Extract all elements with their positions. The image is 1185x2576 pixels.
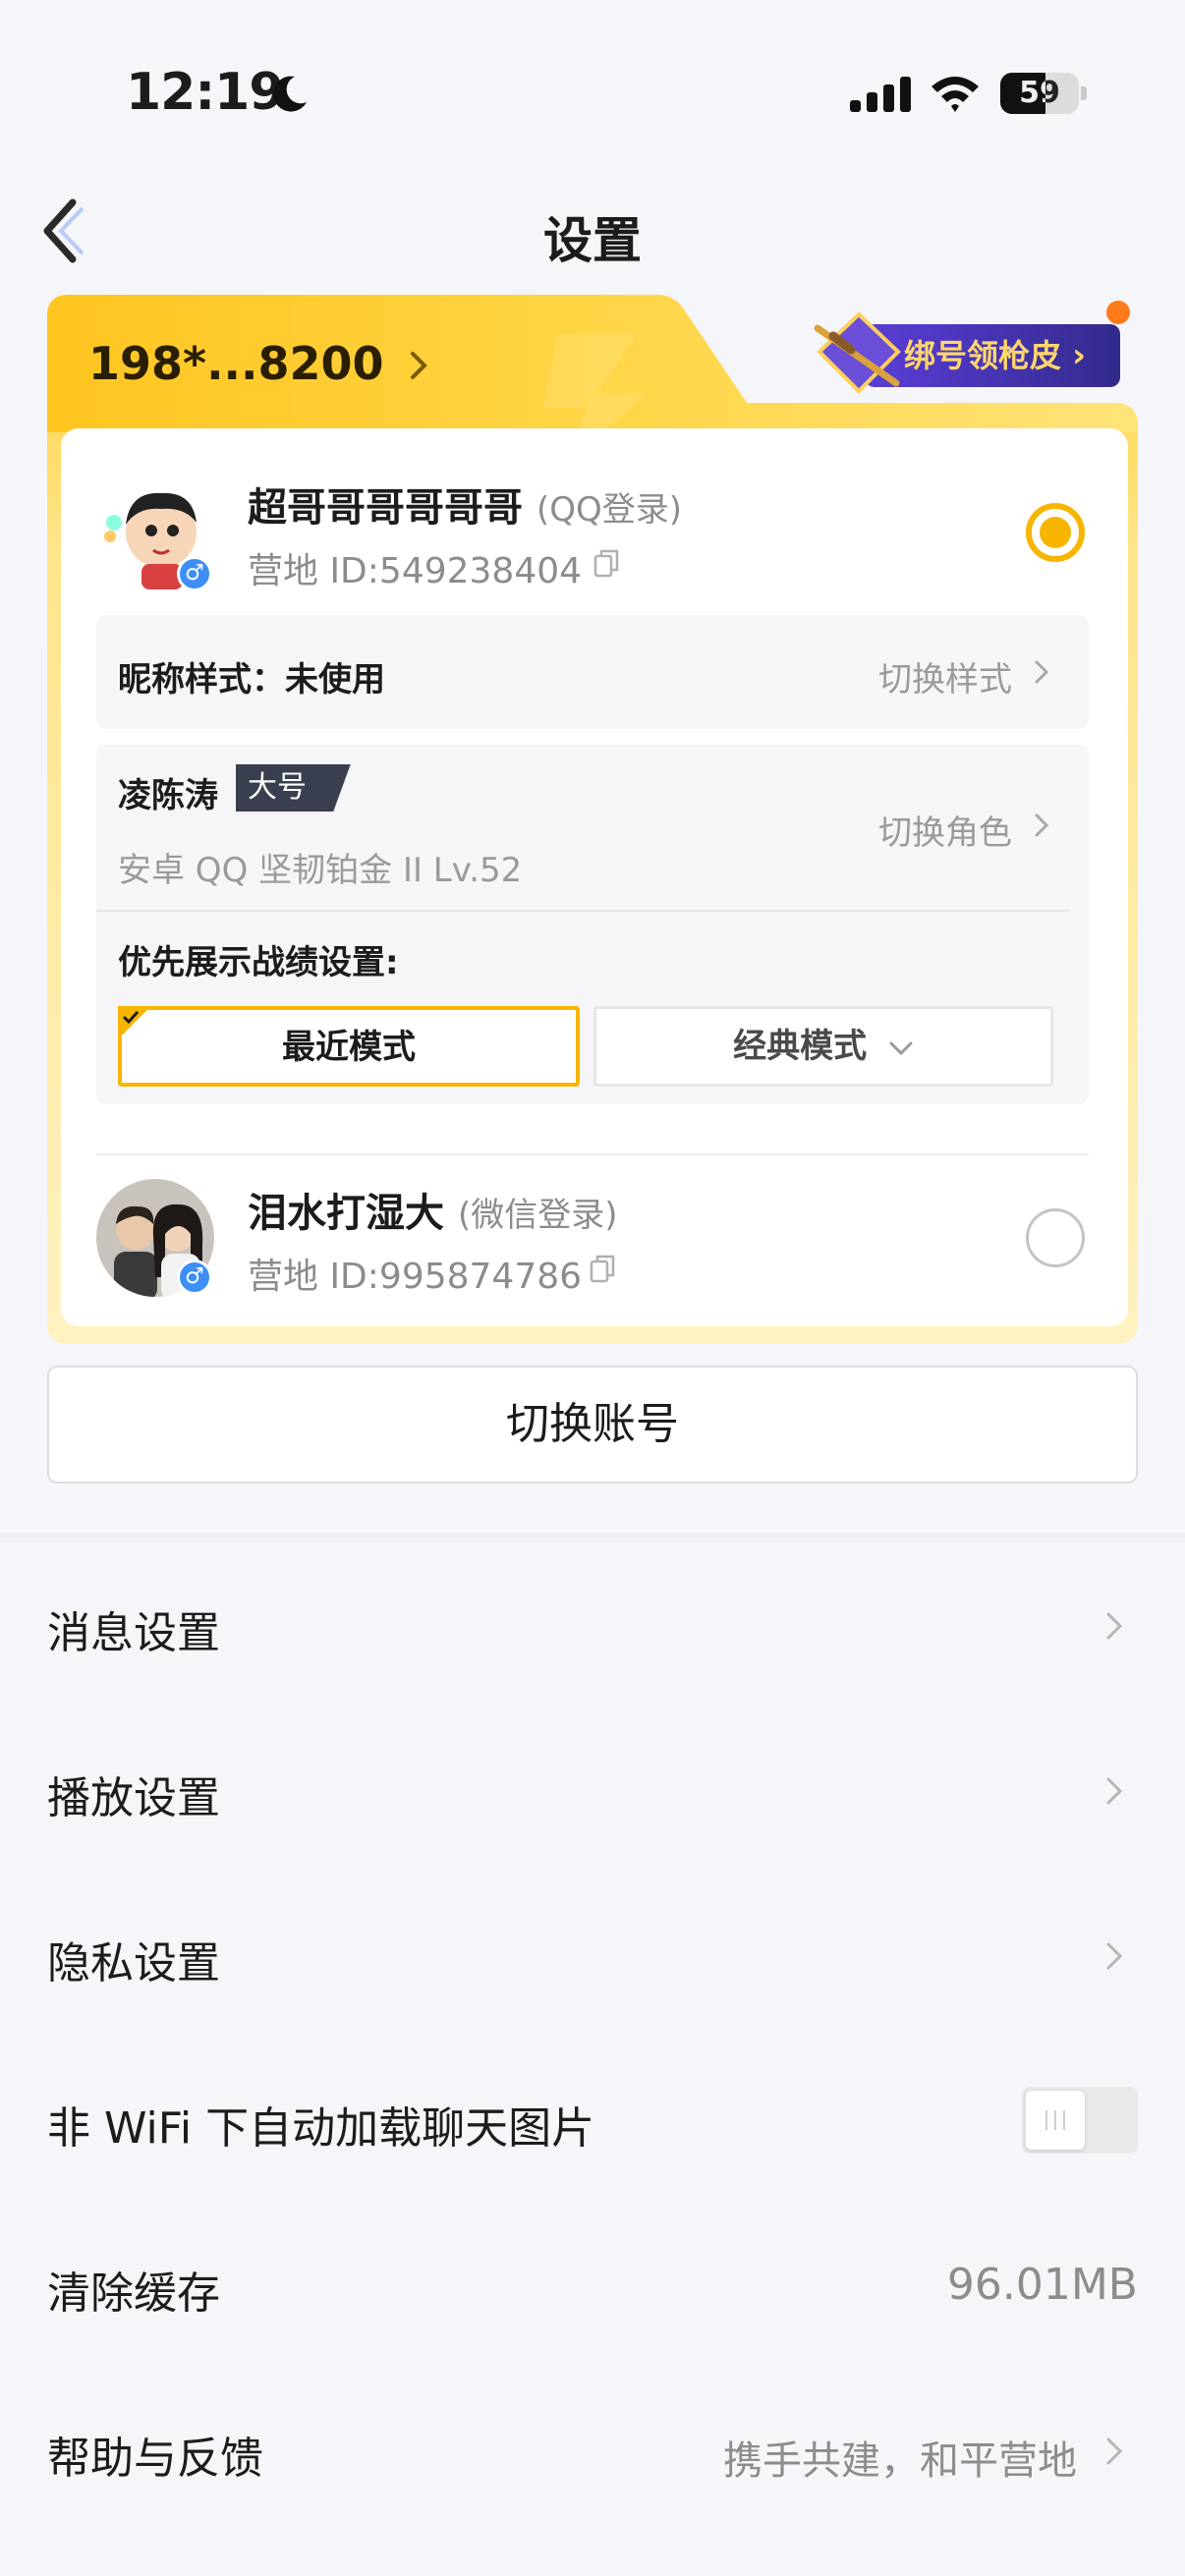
setting-playback[interactable]: 播放设置 xyxy=(47,1763,220,1825)
classic-mode-dropdown[interactable]: 经典模式 xyxy=(593,1006,1053,1087)
switch-style-link[interactable]: 切换样式 xyxy=(878,652,1012,700)
setting-auto-load-images: 非 WiFi 下自动加载聊天图片 xyxy=(47,2103,595,2154)
divider xyxy=(96,910,1069,912)
battery-icon: 59 xyxy=(1000,73,1079,114)
login-method: (微信登录) xyxy=(457,1196,618,1235)
copy-icon[interactable] xyxy=(593,548,619,578)
camp-id: 营地 ID:995874786 xyxy=(248,1257,583,1297)
gender-male-icon: ♂ xyxy=(177,1260,212,1295)
bind-promo-label: 绑号领枪皮 xyxy=(904,337,1062,374)
account-name-text: 泪水打湿大 xyxy=(248,1191,444,1236)
account-name[interactable]: 超哥哥哥哥哥哥 (QQ登录) xyxy=(248,476,682,532)
setting-help-feedback[interactable]: 帮助与反馈 xyxy=(47,2423,263,2486)
login-method: (QQ登录) xyxy=(536,490,682,530)
setting-clear-cache[interactable]: 清除缓存 xyxy=(47,2258,220,2321)
section-divider xyxy=(0,1533,1185,1542)
auto-load-images-toggle[interactable] xyxy=(1022,2087,1138,2154)
switch-role-link[interactable]: 切换角色 xyxy=(878,806,1012,854)
camp-id: 营地 ID:549238404 xyxy=(248,551,583,591)
chevron-right-icon xyxy=(1106,1777,1123,1805)
account-phone[interactable]: 198*...8200 xyxy=(88,337,384,390)
cache-size: 96.01MB xyxy=(946,2260,1138,2310)
bind-skin-promo-button[interactable]: 绑号领枪皮 › xyxy=(865,324,1120,387)
account-radio-selected[interactable] xyxy=(1026,503,1085,562)
setting-privacy[interactable]: 隐私设置 xyxy=(47,1928,220,1990)
role-detail: 安卓 QQ 坚韧铂金 II Lv.52 xyxy=(118,851,523,890)
cellular-signal-icon xyxy=(850,77,911,112)
notification-dot xyxy=(1106,301,1130,324)
account-separator xyxy=(96,1153,1089,1155)
battery-level: 59 xyxy=(1019,76,1060,110)
copy-icon[interactable] xyxy=(590,1254,615,1283)
chevron-right-icon[interactable] xyxy=(407,346,430,385)
account-radio-unselected[interactable] xyxy=(1026,1208,1085,1267)
chevron-right-icon xyxy=(1035,813,1049,837)
chevron-right-icon xyxy=(1106,2437,1123,2465)
setting-message[interactable]: 消息设置 xyxy=(47,1597,220,1660)
status-time: 12:19 xyxy=(126,63,285,122)
record-setting-label: 优先展示战绩设置: xyxy=(118,943,399,982)
account-name[interactable]: 泪水打湿大 (微信登录) xyxy=(248,1181,617,1238)
battery-tip xyxy=(1081,86,1087,100)
help-slogan: 携手共建，和平营地 xyxy=(723,2438,1077,2484)
recent-mode-button[interactable]: 最近模式 xyxy=(118,1006,580,1087)
moon-icon xyxy=(273,76,307,112)
chevron-right-icon xyxy=(1035,660,1049,684)
check-mark-icon xyxy=(122,1010,140,1025)
page-title: 设置 xyxy=(543,212,642,269)
account-name-text: 超哥哥哥哥哥哥 xyxy=(248,485,523,531)
chevron-down-icon xyxy=(889,1041,913,1055)
classic-mode-label: 经典模式 xyxy=(733,1027,868,1066)
chevron-right-icon xyxy=(1106,1612,1123,1640)
gender-male-icon: ♂ xyxy=(177,556,212,591)
role-name: 凌陈涛 xyxy=(118,776,218,815)
switch-account-button[interactable]: 切换账号 xyxy=(47,1366,1138,1484)
chevron-right-icon xyxy=(1106,1942,1123,1970)
wifi-icon xyxy=(931,77,979,112)
nickname-style-label: 昵称样式：未使用 xyxy=(118,660,385,700)
